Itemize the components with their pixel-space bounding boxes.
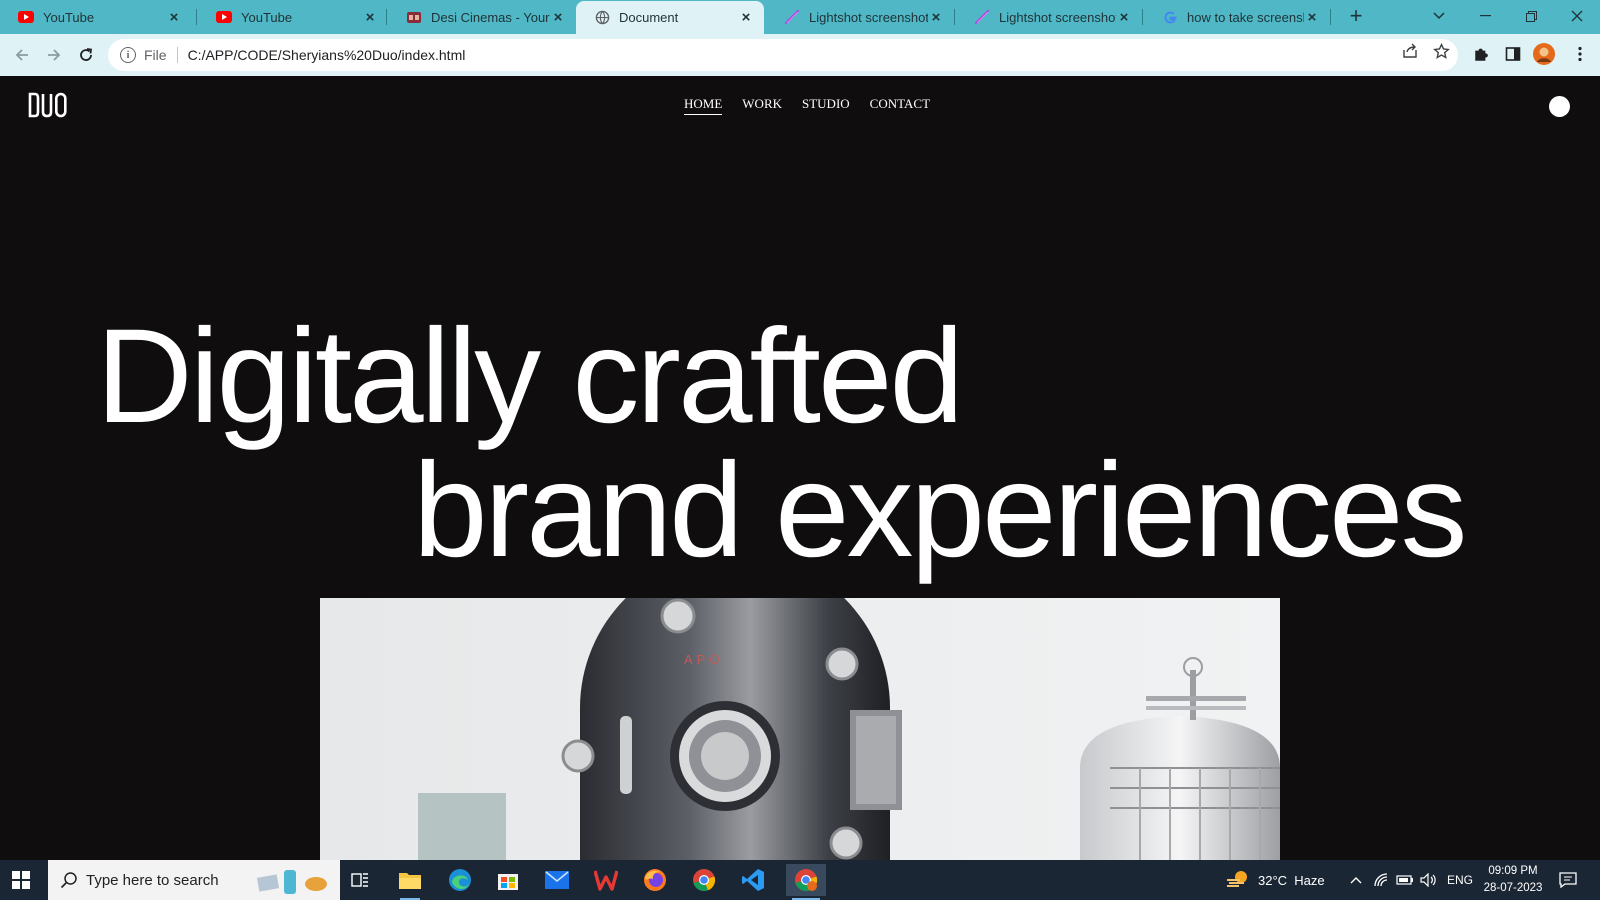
file-explorer-icon[interactable] xyxy=(394,864,426,900)
close-tab-icon[interactable]: × xyxy=(928,9,944,26)
globe-icon xyxy=(594,10,610,26)
new-tab-button[interactable]: + xyxy=(1342,3,1370,29)
windows-start-icon[interactable] xyxy=(12,871,30,894)
tab-separator xyxy=(196,9,197,25)
nav-contact-link[interactable]: CONTACT xyxy=(870,96,930,115)
system-clock[interactable]: 09:09 PM 28-07-2023 xyxy=(1478,863,1548,897)
custom-cursor-dot xyxy=(1549,96,1570,117)
volume-speaker-icon[interactable] xyxy=(1420,860,1438,900)
nav-studio-link[interactable]: STUDIO xyxy=(802,96,850,115)
haze-weather-icon xyxy=(1226,869,1250,892)
close-tab-icon[interactable]: × xyxy=(1304,9,1320,26)
close-tab-icon[interactable]: × xyxy=(1116,9,1132,26)
close-tab-icon[interactable]: × xyxy=(550,9,566,26)
more-menu-icon[interactable] xyxy=(1570,44,1590,64)
tab-title: Document xyxy=(619,10,679,25)
nav-work-link[interactable]: WORK xyxy=(742,96,782,115)
search-placeholder: Type here to search xyxy=(86,871,219,889)
mail-icon[interactable] xyxy=(541,864,573,896)
clock-time: 09:09 PM xyxy=(1488,865,1538,877)
site-info-icon[interactable]: i xyxy=(120,47,136,63)
tab-google-search[interactable]: how to take screenshot × xyxy=(1144,0,1330,34)
hero-video[interactable]: APO xyxy=(320,598,1280,860)
tab-title: Lightshot screenshot xyxy=(809,9,928,25)
chrome-icon[interactable] xyxy=(688,864,720,896)
taskbar-search-box[interactable]: Type here to search xyxy=(48,860,340,900)
wps-office-icon[interactable] xyxy=(590,864,622,896)
edge-icon[interactable] xyxy=(444,864,476,896)
duo-logo[interactable] xyxy=(28,92,68,123)
battery-icon[interactable] xyxy=(1396,860,1414,900)
industrial-machine-image: APO xyxy=(320,598,1280,860)
microsoft-store-icon[interactable] xyxy=(492,864,524,896)
cinema-icon xyxy=(406,9,422,25)
close-window-button[interactable] xyxy=(1564,4,1590,28)
tab-document[interactable]: Document × xyxy=(576,1,764,34)
address-bar[interactable]: i File C:/APP/CODE/Sheryians%20Duo/index… xyxy=(108,39,1458,71)
tab-lightshot-1[interactable]: Lightshot screenshot × xyxy=(766,0,954,34)
main-navigation: HOME WORK STUDIO CONTACT xyxy=(684,96,930,115)
tab-lightshot-2[interactable]: Lightshot screenshot × xyxy=(956,0,1142,34)
clock-date: 28-07-2023 xyxy=(1483,882,1543,894)
tab-separator xyxy=(1142,9,1143,25)
tab-youtube-1[interactable]: YouTube × xyxy=(0,0,192,34)
logo-mark xyxy=(28,92,67,118)
show-hidden-icons-chevron-up-icon[interactable] xyxy=(1350,860,1362,900)
lightshot-icon xyxy=(784,9,800,25)
windows-taskbar: Type here to search 32°C Haze ENG 09:09 … xyxy=(0,860,1600,900)
web-page: HOME WORK STUDIO CONTACT Digitally craft… xyxy=(0,76,1600,860)
tab-title: YouTube xyxy=(241,9,293,25)
browser-toolbar: i File C:/APP/CODE/Sheryians%20Duo/index… xyxy=(0,34,1600,76)
hero-heading-line-1: Digitally crafted xyxy=(96,302,964,451)
action-center-notification-icon[interactable] xyxy=(1559,860,1577,900)
close-tab-icon[interactable]: × xyxy=(738,9,754,26)
forward-arrow-icon[interactable] xyxy=(42,43,66,67)
close-tab-icon[interactable]: × xyxy=(166,9,182,26)
google-icon xyxy=(1162,9,1178,25)
tab-separator xyxy=(954,9,955,25)
tab-title: Desi Cinemas - Your ho xyxy=(431,9,550,25)
tab-separator xyxy=(1330,9,1331,25)
tab-title: Lightshot screenshot xyxy=(999,9,1116,25)
profile-avatar[interactable] xyxy=(1533,43,1555,65)
chrome-profile-icon[interactable] xyxy=(786,864,826,900)
lightshot-icon xyxy=(974,9,990,25)
restore-window-button[interactable] xyxy=(1518,4,1544,28)
youtube-icon xyxy=(216,9,232,25)
url-scheme-label: File xyxy=(144,47,167,63)
tab-search-chevron-down-icon[interactable] xyxy=(1426,4,1452,28)
youtube-icon xyxy=(18,9,34,25)
tab-youtube-2[interactable]: YouTube × xyxy=(198,0,388,34)
tab-title: YouTube xyxy=(43,9,95,25)
minimize-window-button[interactable] xyxy=(1472,4,1498,28)
search-highlight-icon xyxy=(256,868,328,898)
tab-separator xyxy=(386,9,387,25)
back-arrow-icon[interactable] xyxy=(10,43,34,67)
vscode-icon[interactable] xyxy=(737,864,769,896)
input-language-indicator[interactable]: ENG xyxy=(1447,860,1473,900)
side-panel-icon[interactable] xyxy=(1503,44,1523,64)
divider xyxy=(176,47,178,63)
network-wifi-icon[interactable] xyxy=(1374,860,1390,900)
share-icon[interactable] xyxy=(1401,42,1419,60)
firefox-icon[interactable] xyxy=(639,864,671,896)
url-text[interactable]: C:/APP/CODE/Sheryians%20Duo/index.html xyxy=(188,47,466,63)
extensions-puzzle-icon[interactable] xyxy=(1472,44,1492,64)
bookmark-star-icon[interactable] xyxy=(1432,42,1450,60)
machine-label-text: APO xyxy=(684,652,723,667)
tab-title: how to take screenshot xyxy=(1187,9,1304,25)
weather-text: 32°C Haze xyxy=(1258,872,1325,888)
weather-widget[interactable]: 32°C Haze xyxy=(1226,860,1325,900)
search-icon xyxy=(60,871,78,893)
nav-home-link[interactable]: HOME xyxy=(684,96,723,115)
tab-desi-cinemas[interactable]: Desi Cinemas - Your ho × xyxy=(388,0,576,34)
close-tab-icon[interactable]: × xyxy=(362,9,378,26)
hero-heading-line-2: brand experiences xyxy=(413,436,1467,585)
reload-icon[interactable] xyxy=(74,43,98,67)
browser-tab-strip: YouTube × YouTube × Desi Cinemas - Your … xyxy=(0,0,1600,34)
task-view-icon[interactable] xyxy=(344,864,376,896)
